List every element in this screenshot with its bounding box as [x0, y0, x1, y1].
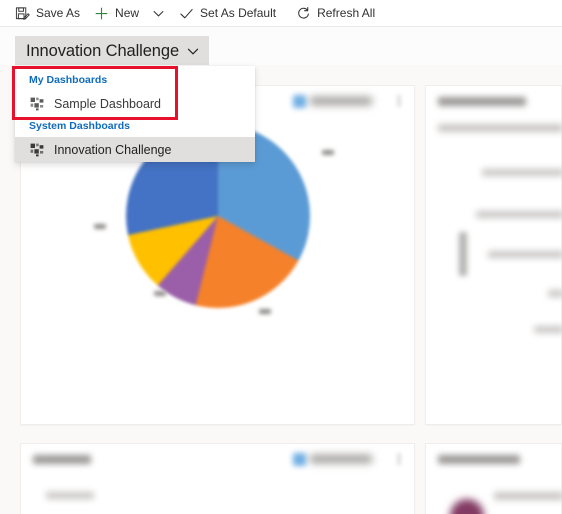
save-as-button[interactable]: Save As	[10, 0, 89, 26]
group-heading-system-dashboards: System Dashboards	[29, 120, 130, 132]
card-bottom-right[interactable]	[425, 443, 562, 514]
redacted-row	[548, 290, 562, 297]
set-as-default-label: Set As Default	[200, 6, 277, 20]
card-header	[21, 444, 414, 474]
new-chevron-down-icon[interactable]	[148, 0, 168, 26]
new-button[interactable]: New	[89, 0, 148, 26]
card-title-redacted	[33, 454, 91, 464]
card-more-options-icon[interactable]	[392, 96, 406, 106]
refresh-all-button[interactable]: Refresh All	[291, 0, 384, 26]
card-title-redacted	[438, 454, 520, 464]
menu-item-label: Innovation Challenge	[54, 142, 172, 157]
card-right[interactable]	[425, 85, 562, 425]
expand-action[interactable]	[293, 452, 372, 466]
save-as-icon	[14, 5, 30, 21]
refresh-all-label: Refresh All	[317, 6, 376, 20]
expand-icon	[293, 452, 306, 466]
refresh-icon	[295, 5, 311, 21]
dashboard-icon	[30, 97, 44, 111]
pie-label	[94, 224, 106, 229]
command-bar: Save As New Set As Default Refresh All	[0, 0, 562, 27]
card-header	[426, 444, 561, 474]
redacted-subheader	[438, 124, 562, 132]
card-bottom-left[interactable]	[20, 443, 415, 514]
expand-chart-action[interactable]	[293, 94, 372, 108]
redacted-row	[46, 492, 94, 499]
redacted-row	[476, 211, 562, 218]
expand-icon	[293, 94, 306, 108]
menu-item-innovation-challenge[interactable]: Innovation Challenge	[15, 137, 255, 162]
expand-label-redacted	[310, 97, 372, 105]
menu-item-sample-dashboard[interactable]: Sample Dashboard	[15, 91, 255, 116]
save-as-label: Save As	[36, 6, 81, 20]
pie-label	[154, 291, 166, 296]
set-as-default-button[interactable]: Set As Default	[174, 0, 285, 26]
group-heading-my-dashboards: My Dashboards	[29, 74, 108, 86]
card-title-redacted	[438, 96, 526, 106]
card-more-options-icon[interactable]	[392, 454, 406, 464]
dashboard-selector-title: Innovation Challenge	[26, 41, 180, 60]
dashboard-icon	[30, 143, 44, 157]
avatar	[450, 499, 484, 514]
menu-item-label: Sample Dashboard	[54, 96, 162, 111]
checkmark-icon	[178, 5, 194, 21]
redacted-row	[494, 492, 562, 500]
redacted-row	[482, 169, 562, 176]
card-header	[426, 86, 561, 116]
pie-label	[259, 309, 271, 314]
redacted-row	[488, 251, 562, 258]
dashboard-page: Save As New Set As Default Refresh All I…	[0, 0, 562, 514]
dashboard-dropdown-menu: My Dashboards Sample Dashboard System Da…	[15, 66, 255, 162]
redacted-sparkline	[459, 232, 467, 276]
plus-icon	[93, 5, 109, 21]
dashboard-selector-button[interactable]: Innovation Challenge	[15, 36, 210, 65]
chevron-down-icon	[187, 45, 199, 57]
new-label: New	[115, 6, 140, 20]
expand-label-redacted	[310, 455, 372, 463]
redacted-row	[534, 326, 562, 333]
pie-label	[322, 150, 334, 155]
